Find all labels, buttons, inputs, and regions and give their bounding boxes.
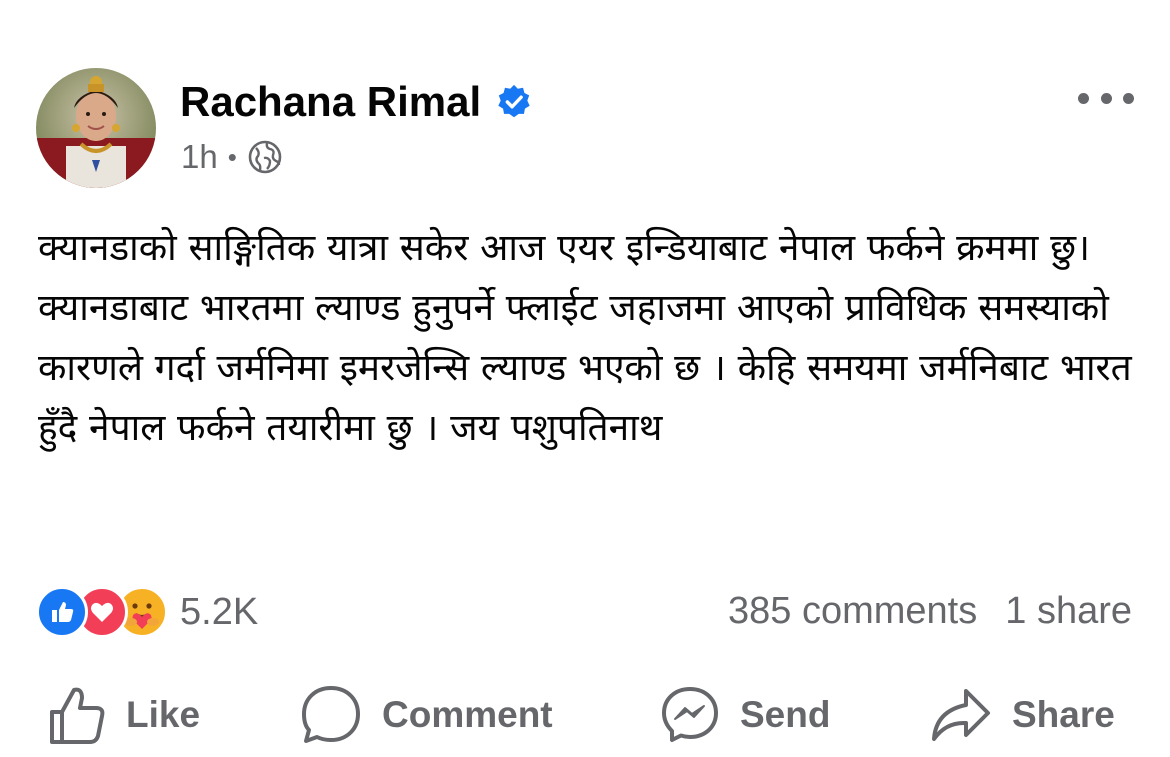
share-label: Share	[1012, 694, 1115, 735]
like-reaction-icon	[36, 586, 88, 638]
comment-button[interactable]: Comment	[300, 680, 553, 750]
like-button[interactable]: Like	[48, 680, 200, 750]
send-button[interactable]: Send	[660, 680, 830, 750]
messenger-icon	[662, 687, 718, 742]
post-text: क्यानडाको साङ्गितिक यात्रा सकेर आज एयर इ…	[38, 226, 1132, 449]
more-options-icon[interactable]	[1078, 82, 1134, 114]
meta-separator: •	[227, 141, 237, 172]
engagement-stats: 385 comments 1 share	[728, 586, 1132, 636]
share-button[interactable]: Share	[930, 680, 1115, 750]
more-dot	[1123, 92, 1134, 104]
share-icon	[932, 689, 990, 741]
author-avatar[interactable]	[36, 68, 156, 188]
reactions-summary[interactable]: 5.2K	[36, 586, 258, 638]
send-label: Send	[740, 694, 831, 735]
reaction-count: 5.2K	[180, 590, 259, 633]
more-dot	[1078, 92, 1089, 104]
post-meta: 1h •	[181, 138, 283, 176]
facebook-post: Rachana Rimal 1h • क्यानडाको साङ्गितिक य…	[0, 0, 1170, 757]
like-label: Like	[126, 694, 201, 735]
action-bar: Like Comment Send Share	[0, 680, 1170, 750]
author-name-text[interactable]: Rachana Rimal	[180, 76, 481, 128]
globe-icon[interactable]	[247, 139, 283, 175]
comment-label: Comment	[382, 694, 553, 735]
comments-count[interactable]: 385 comments	[728, 590, 977, 633]
shares-count[interactable]: 1 share	[1005, 590, 1132, 633]
like-icon	[50, 687, 105, 744]
more-dot	[1100, 92, 1112, 104]
author-name[interactable]: Rachana Rimal	[180, 76, 533, 128]
post-time[interactable]: 1h	[181, 138, 218, 176]
comment-icon	[302, 686, 360, 743]
verified-badge-icon	[498, 84, 530, 118]
